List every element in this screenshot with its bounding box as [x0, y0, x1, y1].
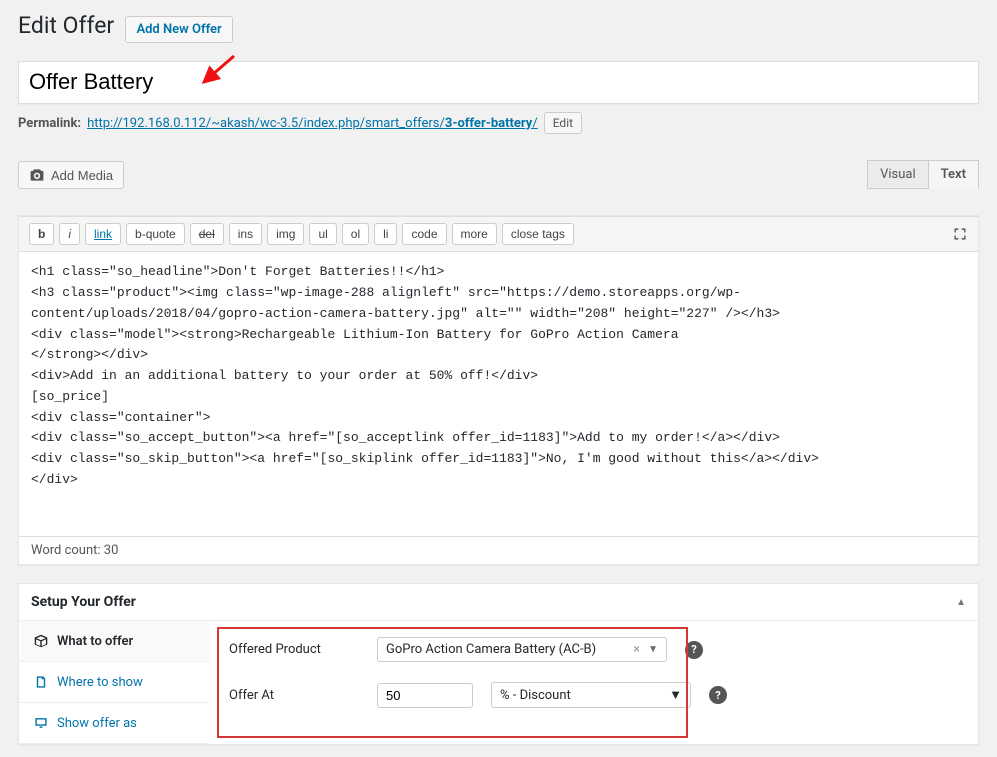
tbtn-link[interactable]: link [85, 223, 121, 245]
setup-offer-title: Setup Your Offer [31, 594, 136, 610]
setup-offer-box: Setup Your Offer ▲ What to offer Where t… [18, 583, 979, 745]
editor-toolbar: b i link b-quote del ins img ul ol li co… [19, 216, 978, 252]
side-tab-label: Where to show [57, 675, 143, 690]
tbtn-bquote[interactable]: b-quote [126, 223, 185, 245]
tbtn-italic[interactable]: i [59, 223, 80, 245]
tbtn-ins[interactable]: ins [229, 223, 262, 245]
add-new-offer-button[interactable]: Add New Offer [125, 16, 232, 44]
collapse-icon[interactable]: ▲ [956, 597, 966, 608]
edit-permalink-button[interactable]: Edit [544, 112, 582, 134]
fullscreen-icon[interactable] [952, 226, 968, 242]
side-tab-what-to-offer[interactable]: What to offer [19, 621, 209, 662]
add-media-label: Add Media [51, 168, 113, 183]
monitor-icon [33, 715, 49, 731]
tab-text[interactable]: Text [929, 160, 979, 189]
tbtn-del[interactable]: del [190, 223, 224, 245]
side-tab-where-to-show[interactable]: Where to show [19, 662, 209, 703]
permalink-row: Permalink: http://192.168.0.112/~akash/w… [18, 112, 979, 134]
page-title: Edit Offer [18, 12, 114, 39]
tbtn-code[interactable]: code [402, 223, 446, 245]
side-tab-label: What to offer [57, 634, 133, 649]
discount-type-select[interactable]: % - Discount ▼ [491, 682, 691, 708]
tbtn-ul[interactable]: ul [309, 223, 336, 245]
editor: b i link b-quote del ins img ul ol li co… [18, 215, 979, 565]
offered-product-select[interactable]: GoPro Action Camera Battery (AC-B) × ▼ [377, 637, 667, 662]
help-offered-product-icon[interactable]: ? [685, 641, 703, 659]
help-offer-at-icon[interactable]: ? [709, 686, 727, 704]
side-tab-show-offer-as[interactable]: Show offer as [19, 703, 209, 744]
clear-selection-icon[interactable]: × [633, 642, 640, 657]
offer-at-input[interactable] [377, 683, 473, 708]
document-icon [33, 674, 49, 690]
tbtn-img[interactable]: img [267, 223, 304, 245]
offer-at-label: Offer At [229, 688, 359, 703]
tbtn-close-tags[interactable]: close tags [502, 223, 574, 245]
permalink-label: Permalink: [18, 116, 81, 131]
tab-visual[interactable]: Visual [867, 160, 929, 189]
box-icon [33, 633, 49, 649]
side-tab-label: Show offer as [57, 716, 137, 731]
offered-product-label: Offered Product [229, 642, 359, 657]
permalink-link[interactable]: http://192.168.0.112/~akash/wc-3.5/index… [87, 116, 538, 131]
tbtn-li[interactable]: li [374, 223, 397, 245]
add-media-button[interactable]: Add Media [18, 161, 124, 189]
word-count-label: Word count: 30 [19, 536, 978, 564]
offered-product-value: GoPro Action Camera Battery (AC-B) [386, 642, 596, 657]
content-editor-textarea[interactable] [19, 252, 978, 532]
chevron-down-icon: ▼ [648, 644, 658, 655]
camera-icon [29, 167, 45, 183]
tbtn-more[interactable]: more [452, 223, 497, 245]
tbtn-bold[interactable]: b [29, 223, 54, 245]
discount-type-value: % - Discount [500, 688, 571, 703]
tbtn-ol[interactable]: ol [342, 223, 369, 245]
offer-title-input[interactable] [18, 61, 979, 104]
chevron-down-icon: ▼ [669, 687, 682, 703]
